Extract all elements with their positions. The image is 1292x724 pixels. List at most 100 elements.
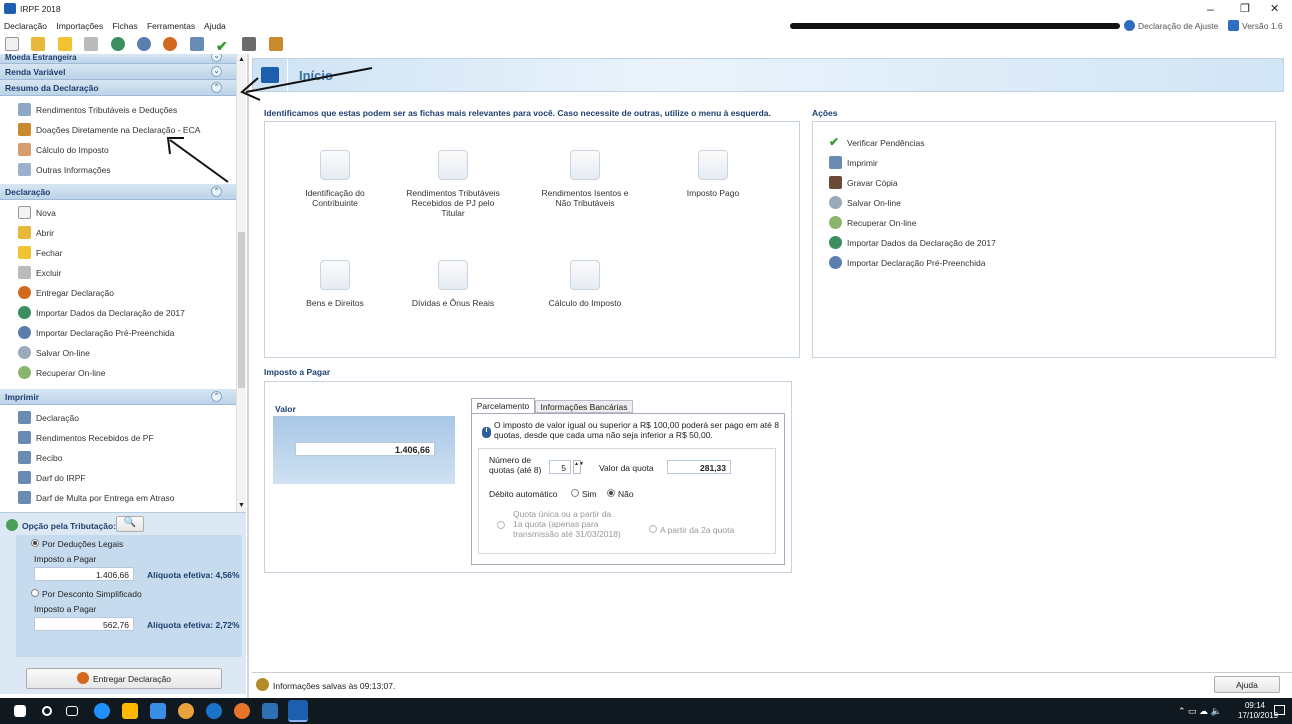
chevron-up-icon[interactable]: ⌃: [211, 391, 222, 402]
section-resumo-declaracao[interactable]: Resumo da Declaração ⌃: [0, 80, 236, 96]
radio-desconto-simplificado[interactable]: [31, 589, 39, 597]
outlook-icon[interactable]: [262, 703, 278, 719]
sidebar-item-importar-2017[interactable]: Importar Dados da Declaração de 2017: [0, 303, 236, 323]
acao-verificar-pendencias[interactable]: ✔ Verificar Pendências: [829, 136, 1275, 158]
menu-declaracao[interactable]: Declaração: [4, 21, 47, 31]
sidebar-item-recuperar-online[interactable]: Recuperar On-line: [0, 363, 236, 383]
sidebar-item-darf-multa[interactable]: Darf de Multa por Entrega em Atraso: [0, 488, 236, 508]
irpf-taskbar-icon[interactable]: [288, 700, 308, 722]
sidebar-item-imprimir-declaracao[interactable]: Declaração: [0, 408, 236, 428]
opcao-tributacao-panel: Opção pela Tributação: 🔍 Por Deduções Le…: [0, 512, 246, 694]
clock[interactable]: 09:14 17/10/2019: [1238, 701, 1278, 721]
chevron-down-icon[interactable]: ⌄: [211, 66, 222, 77]
minimize-button[interactable]: –: [1207, 2, 1214, 16]
menu-importacoes[interactable]: Importações: [56, 21, 103, 31]
simpl-imposto-label: Imposto a Pagar: [34, 604, 97, 614]
acao-recuperar-online[interactable]: Recuperar On-line: [829, 215, 1275, 238]
acao-imprimir[interactable]: Imprimir: [829, 155, 1275, 178]
menu-ferramentas[interactable]: Ferramentas: [147, 21, 195, 31]
import-icon: [829, 235, 842, 249]
ficha-calculo-imposto[interactable]: Cálculo do Imposto: [537, 260, 633, 308]
num-quotas-stepper[interactable]: 5: [549, 460, 571, 474]
task-view-icon[interactable]: [66, 706, 78, 716]
app-icon: [4, 3, 16, 14]
chevron-up-icon[interactable]: ⌃: [211, 82, 222, 93]
ficha-rendimentos-isentos[interactable]: Rendimentos Isentos e Não Tributáveis: [537, 150, 633, 208]
menu-fichas[interactable]: Fichas: [113, 21, 138, 31]
search-button[interactable]: 🔍: [116, 516, 144, 532]
acao-gravar-copia[interactable]: Gravar Cópia: [829, 175, 1275, 198]
radio-deducoes-legais[interactable]: [31, 539, 39, 547]
sidebar-item-fechar[interactable]: Fechar: [0, 243, 236, 263]
windows-start-icon[interactable]: [14, 705, 26, 717]
new-file-icon[interactable]: [5, 37, 19, 51]
sidebar-item-abrir[interactable]: Abrir: [0, 223, 236, 243]
edge-icon[interactable]: [94, 703, 110, 719]
sidebar-item-importar-preenchida[interactable]: Importar Declaração Pré-Preenchida: [0, 323, 236, 343]
deliver-icon: [77, 672, 90, 685]
radio-quota-unica[interactable]: [497, 521, 505, 529]
stepper-arrows-icon[interactable]: ▲▼: [573, 460, 584, 474]
check-icon[interactable]: ✔: [216, 39, 230, 54]
acao-importar-preenchida[interactable]: Importar Declaração Pré-Preenchida: [829, 255, 1275, 278]
sidebar-item-salvar-online[interactable]: Salvar On-line: [0, 343, 236, 363]
print-icon[interactable]: [189, 37, 204, 51]
parcelamento-tab-panel: i O imposto de valor igual ou superior a…: [471, 413, 785, 565]
form-icon: [18, 102, 31, 116]
sidebar-item-nova[interactable]: Nova: [0, 203, 236, 223]
sidebar-item-entregar[interactable]: Entregar Declaração: [0, 283, 236, 303]
sidebar-item-rendimentos-tributaveis[interactable]: Rendimentos Tributáveis e Deduções: [0, 100, 236, 120]
ajuda-button[interactable]: Ajuda: [1214, 676, 1280, 693]
close-folder-icon[interactable]: [57, 37, 72, 51]
import-prefilled-icon: [829, 255, 842, 269]
sidebar-item-darf-irpf[interactable]: Darf do IRPF: [0, 468, 236, 488]
sidebar-item-recibo[interactable]: Recibo: [0, 448, 236, 468]
sidebar-item-rendimentos-pf[interactable]: Rendimentos Recebidos de PF: [0, 428, 236, 448]
ficha-bens-direitos[interactable]: Bens e Direitos: [287, 260, 383, 308]
section-imprimir[interactable]: Imprimir ⌃: [0, 389, 236, 405]
chevron-down-icon[interactable]: ⌄: [211, 54, 222, 62]
store-icon[interactable]: [150, 703, 166, 719]
radio-segunda-quota[interactable]: [649, 525, 657, 533]
import-icon[interactable]: [110, 37, 125, 51]
section-renda-variavel[interactable]: Renda Variável ⌄: [0, 64, 236, 80]
chrome-icon[interactable]: [178, 703, 194, 719]
tray-icons[interactable]: ⌃ ▭ ☁ 🔈: [1178, 706, 1222, 717]
ie-icon[interactable]: [206, 703, 222, 719]
cloud-download-icon: [18, 365, 31, 379]
open-folder-icon[interactable]: [31, 37, 46, 51]
ficha-identificacao[interactable]: Identificação do Contribuinte: [287, 150, 383, 208]
trash-icon[interactable]: [84, 37, 99, 51]
search-icon: 🔍: [123, 517, 137, 528]
notifications-icon[interactable]: [1274, 705, 1285, 715]
arrow-line-2: [169, 139, 229, 183]
calculator-icon[interactable]: [242, 37, 257, 51]
section-moeda-estrangeira[interactable]: Moeda Estrangeira ⌄: [0, 54, 236, 64]
tab-informacoes-bancarias[interactable]: Informações Bancárias: [535, 400, 633, 413]
acao-importar-2017[interactable]: Importar Dados da Declaração de 2017: [829, 235, 1275, 258]
ficha-rendimentos-pj[interactable]: Rendimentos Tributáveis Recebidos de PJ …: [405, 150, 501, 218]
firefox-icon[interactable]: [234, 703, 250, 719]
ficha-dividas[interactable]: Dívidas e Ônus Reais: [405, 260, 501, 308]
redacted-user-info: [790, 23, 1120, 29]
search-icon[interactable]: [42, 706, 52, 716]
radio-sim[interactable]: [571, 489, 579, 497]
menu-ajuda[interactable]: Ajuda: [204, 21, 226, 31]
import-prefilled-icon[interactable]: [136, 37, 151, 51]
close-button[interactable]: ✕: [1270, 2, 1279, 15]
scroll-down-icon[interactable]: ▼: [238, 502, 245, 509]
radio-nao[interactable]: [607, 489, 615, 497]
scroll-thumb[interactable]: [238, 232, 245, 388]
cloud-download-icon: [829, 215, 842, 229]
tab-parcelamento[interactable]: Parcelamento: [471, 398, 535, 413]
maximize-button[interactable]: ❐: [1240, 2, 1250, 15]
radio-desconto-simplificado-label: Por Desconto Simplificado: [42, 589, 142, 599]
ficha-imposto-pago[interactable]: Imposto Pago: [665, 150, 761, 198]
book-icon[interactable]: [268, 37, 283, 51]
acao-salvar-online[interactable]: Salvar On-line: [829, 195, 1275, 218]
sidebar-item-excluir[interactable]: Excluir: [0, 263, 236, 283]
entregar-declaracao-button[interactable]: Entregar Declaração: [26, 668, 222, 689]
deliver-icon[interactable]: [163, 37, 178, 51]
imposto-title: Imposto a Pagar: [264, 367, 331, 377]
file-explorer-icon[interactable]: [122, 703, 138, 719]
